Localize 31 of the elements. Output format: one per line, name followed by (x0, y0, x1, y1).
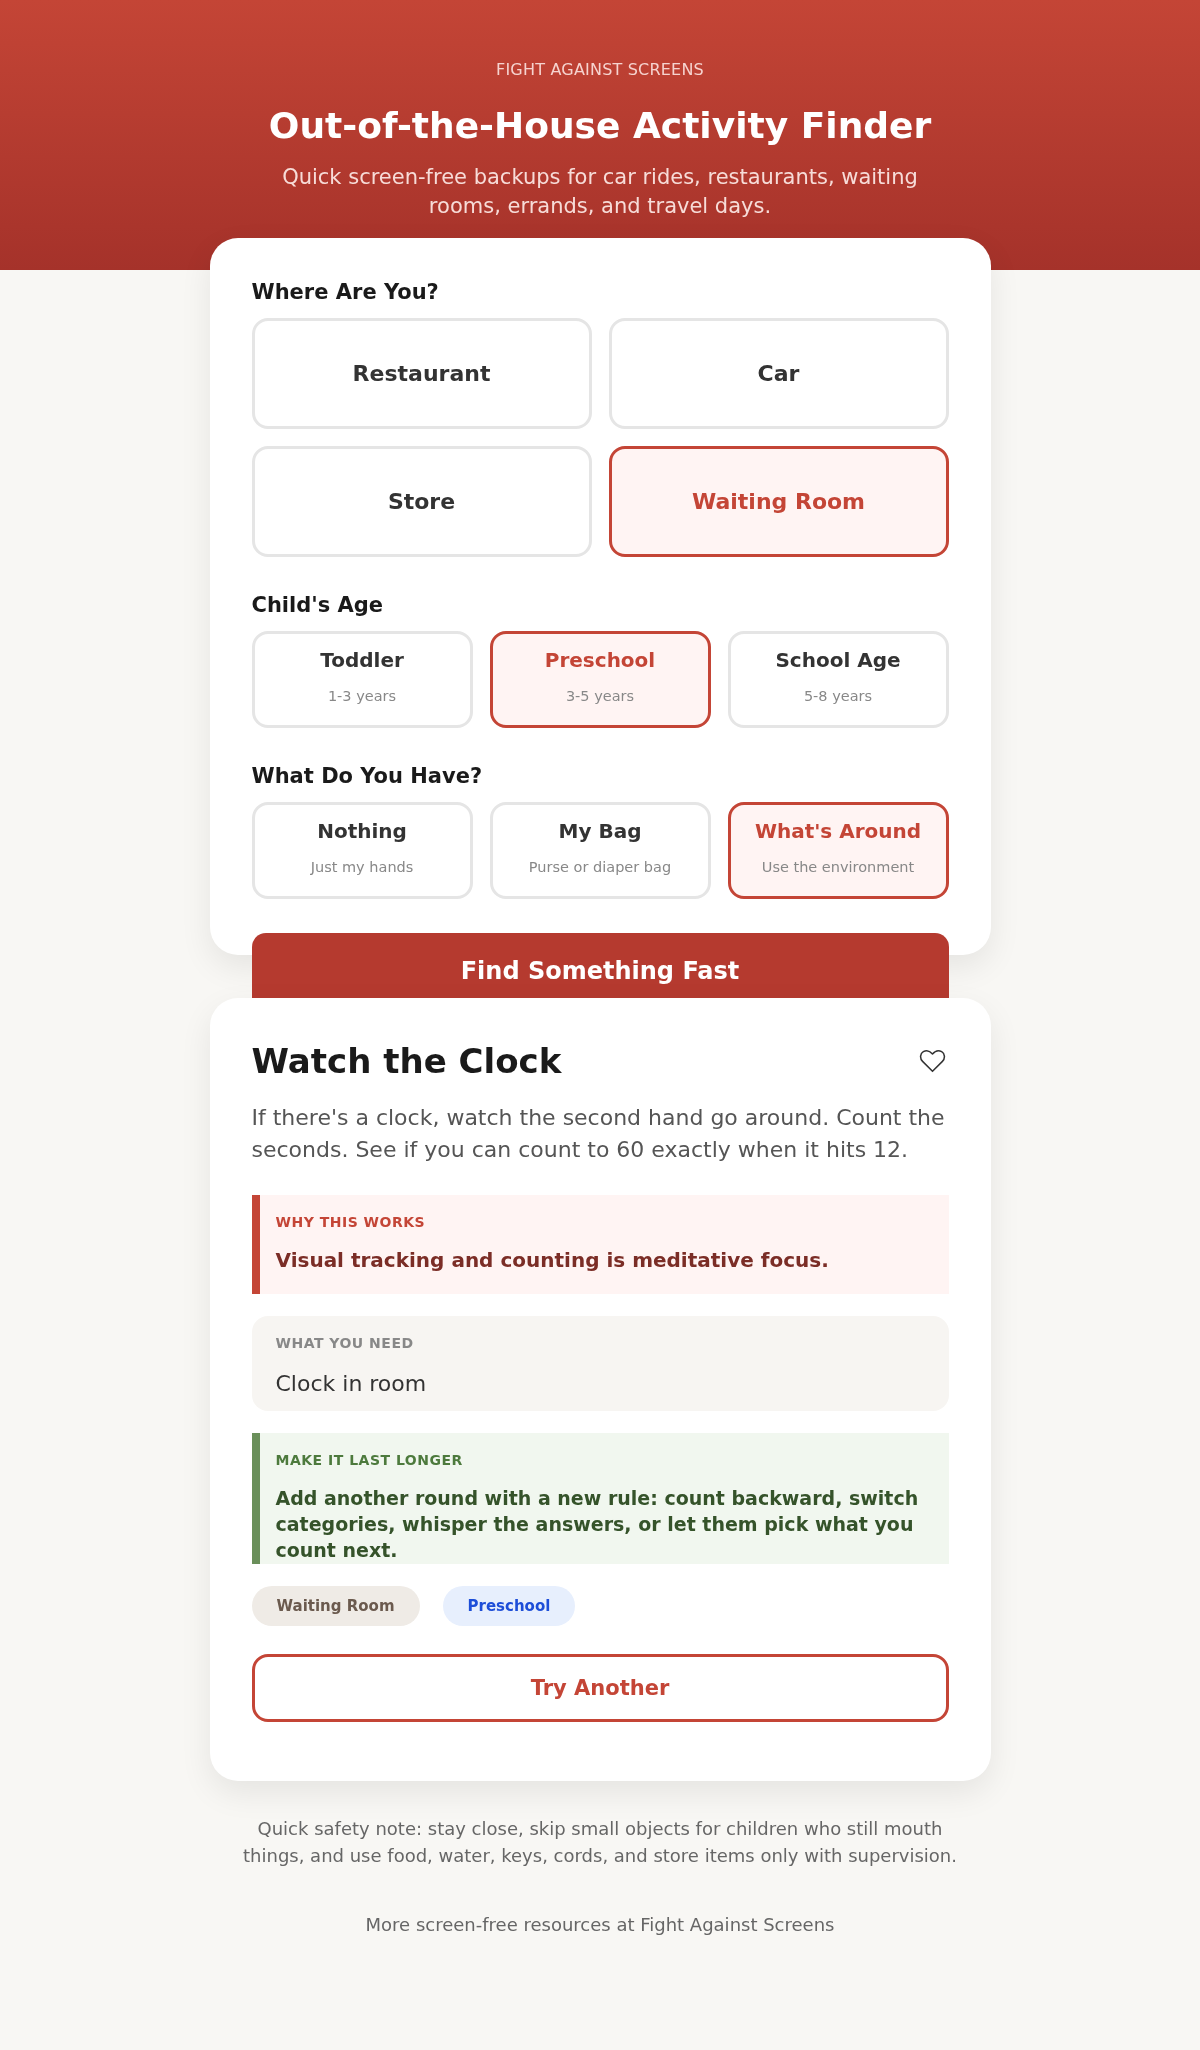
section-heading: What Do You Have? (251, 764, 483, 789)
place-tag: Waiting Room (251, 1586, 420, 1626)
panel-label: MAKE IT LAST LONGER (275, 1452, 463, 1469)
location-option[interactable]: Waiting Room (608, 446, 949, 557)
page-title: Out-of-the-House Activity Finder (268, 104, 932, 147)
activity-title: Watch the Clock (251, 1041, 562, 1081)
heart-icon[interactable] (918, 1049, 946, 1073)
find-button[interactable]: Find Something Fast (251, 933, 949, 998)
panel-text: Clock in room (275, 1370, 427, 1397)
location-option[interactable]: Car (608, 318, 949, 429)
brand-label: FIGHT AGAINST SCREENS (496, 60, 704, 79)
supply-option[interactable]: My Bag Purse or diaper bag (489, 802, 711, 899)
try-another-button[interactable]: Try Another (251, 1654, 949, 1722)
activity-description: If there's a clock, watch the second hand go around. Count the seconds. See if you can count to 60 exactly when it hits 12. (251, 1104, 946, 1164)
panel-label: WHAT YOU NEED (275, 1335, 414, 1352)
age-option[interactable]: School Age 5-8 years (727, 631, 949, 728)
location-option[interactable]: Restaurant (251, 318, 592, 429)
safety-note: Quick safety note: stay close, skip small objects for children who still mouth things, and use food, water, keys, cords, and store items only with supervision. (242, 1817, 958, 1868)
location-option[interactable]: Store (251, 446, 592, 557)
page-subtitle: Quick screen-free backups for car rides, restaurants, waiting rooms, errands, and travel days. (281, 164, 919, 220)
age-tag: Preschool (442, 1586, 576, 1626)
supply-option[interactable]: Nothing Just my hands (251, 802, 473, 899)
footer-text: More screen-free resources at Fight Against Screens (365, 1913, 835, 1937)
age-option[interactable]: Toddler 1-3 years (251, 631, 473, 728)
panel-label: WHY THIS WORKS (275, 1214, 426, 1231)
panel-text: Add another round with a new rule: count backward, switch categories, whisper the answers, or let them pick what you count next. (275, 1486, 920, 1563)
age-option[interactable]: Preschool 3-5 years (489, 631, 711, 728)
panel-text: Visual tracking and counting is meditative focus. (275, 1248, 829, 1273)
supply-option[interactable]: What's Around Use the environment (727, 802, 949, 899)
section-heading: Child's Age (251, 593, 384, 618)
section-heading: Where Are You? (251, 280, 439, 305)
